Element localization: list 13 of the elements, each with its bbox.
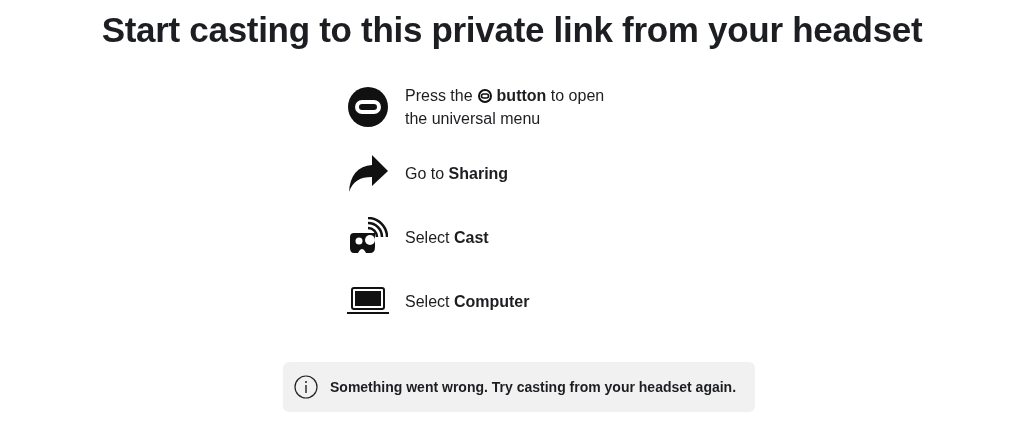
step-text: Select Computer [405,291,530,312]
oval-button-icon [348,87,388,127]
error-message: Something went wrong. Try casting from your headset again. [330,377,737,397]
oval-button-icon [477,88,492,103]
step-text: button to open [496,86,605,106]
page-title: Start casting to this private link from your headset [101,9,923,51]
step-text: Press the [405,86,473,106]
info-icon [294,375,318,399]
step-text: Go to Sharing [405,163,509,184]
step-text: Select Cast [405,227,489,248]
step-text: the universal menu [405,109,541,129]
laptop-icon [347,287,389,315]
share-arrow-icon [348,153,388,193]
